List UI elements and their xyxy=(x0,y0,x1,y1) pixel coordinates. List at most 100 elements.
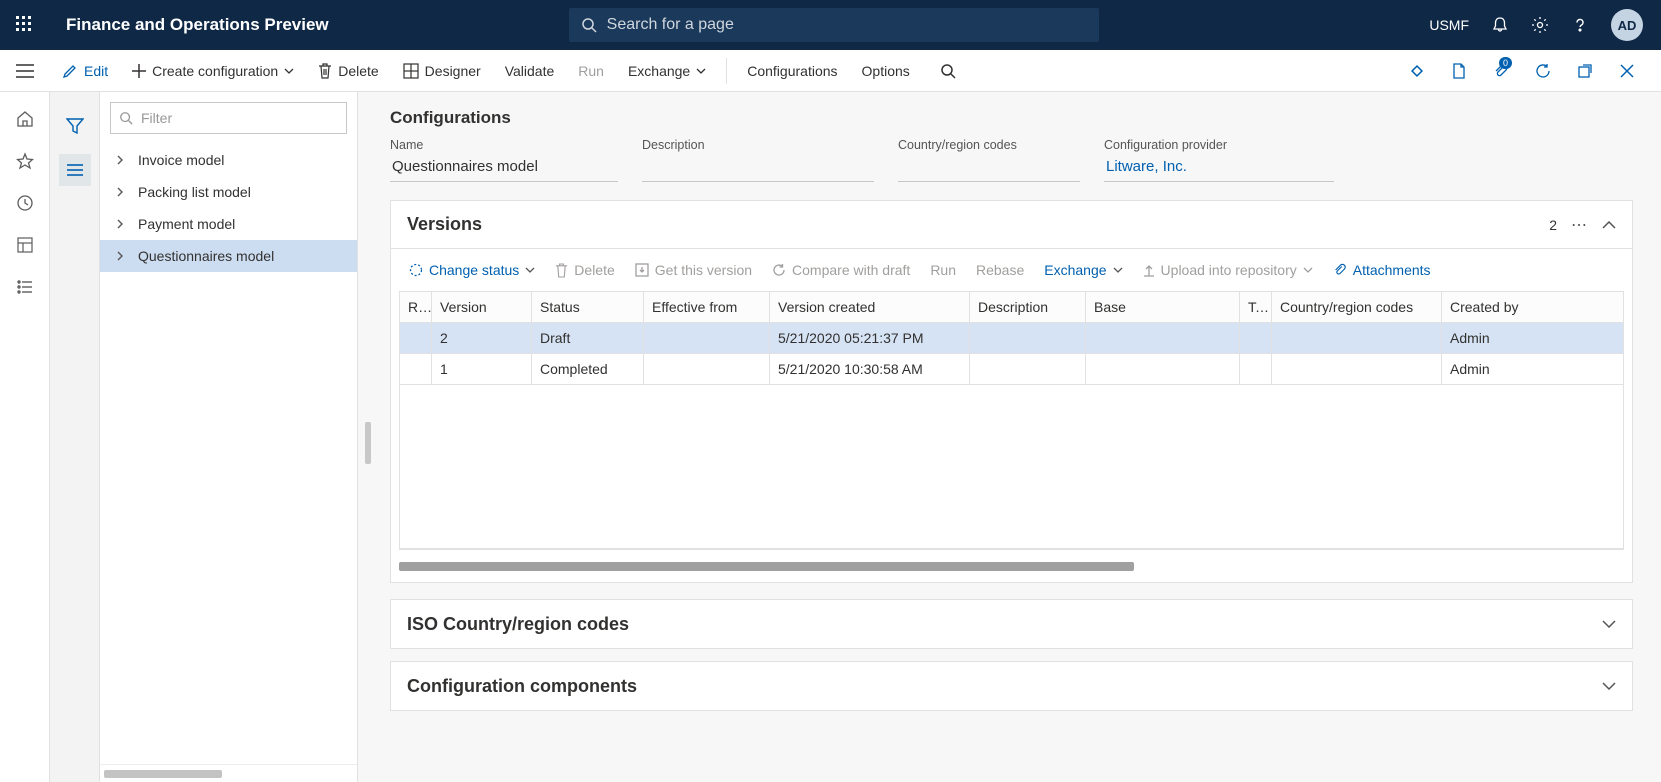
top-nav: Finance and Operations Preview Search fo… xyxy=(0,0,1661,50)
col-base[interactable]: Base xyxy=(1086,292,1240,323)
tree-item-packing-list-model[interactable]: Packing list model xyxy=(100,176,357,208)
action-bar: Edit Create configuration Delete Designe… xyxy=(0,50,1661,92)
validate-button[interactable]: Validate xyxy=(493,50,567,92)
hamburger-button[interactable] xyxy=(0,64,50,78)
versions-card: Versions 2 ⋯ Change status Delete xyxy=(390,200,1633,583)
popout-button[interactable] xyxy=(1569,55,1601,87)
table-row[interactable]: 2 Draft 5/21/2020 05:21:37 PM Admin xyxy=(400,323,1623,354)
star-icon xyxy=(16,152,34,170)
col-created-by[interactable]: Created by xyxy=(1442,292,1623,323)
plus-icon xyxy=(132,64,146,78)
filter-list-button[interactable] xyxy=(59,154,91,186)
chevron-right-icon xyxy=(114,219,126,229)
cell-desc xyxy=(970,323,1086,354)
cell-effective-from[interactable] xyxy=(644,354,770,385)
cell-t xyxy=(1240,323,1272,354)
attachments-button[interactable]: 0 xyxy=(1485,55,1517,87)
compare-button: Compare with draft xyxy=(762,249,920,291)
company-code[interactable]: USMF xyxy=(1429,17,1469,33)
col-effective-from[interactable]: Effective from xyxy=(644,292,770,323)
tree-item-questionnaires-model[interactable]: Questionnaires model xyxy=(100,240,357,272)
document-icon xyxy=(1452,63,1466,79)
field-configuration-provider: Configuration provider Litware, Inc. xyxy=(1104,138,1334,182)
cell-base xyxy=(1086,354,1240,385)
filter-funnel-button[interactable] xyxy=(59,110,91,142)
chevron-down-icon xyxy=(284,68,294,74)
change-status-button[interactable]: Change status xyxy=(399,249,545,291)
field-value[interactable]: Questionnaires model xyxy=(390,154,618,182)
table-row[interactable]: 1 Completed 5/21/2020 10:30:58 AM Admin xyxy=(400,354,1623,385)
global-search[interactable]: Search for a page xyxy=(569,8,1099,42)
help-icon[interactable] xyxy=(1571,16,1589,34)
header-fields: Name Questionnaires model Description Co… xyxy=(390,138,1633,182)
bell-icon[interactable] xyxy=(1491,16,1509,34)
tree-filter-input[interactable]: Filter xyxy=(110,102,347,134)
col-r[interactable]: R... xyxy=(400,292,432,323)
config-tree: Invoice model Packing list model Payment… xyxy=(100,144,357,764)
search-icon xyxy=(581,17,597,33)
options-tab[interactable]: Options xyxy=(850,50,922,92)
search-icon xyxy=(940,63,956,79)
field-description: Description xyxy=(642,138,874,182)
designer-button[interactable]: Designer xyxy=(391,50,493,92)
versions-table: R... Version Status Effective from Versi… xyxy=(399,291,1624,550)
cycle-icon xyxy=(409,263,423,277)
app-launcher[interactable] xyxy=(0,16,50,34)
favorites-nav[interactable] xyxy=(16,152,34,170)
field-value[interactable] xyxy=(642,154,874,182)
table-empty-space xyxy=(400,385,1623,549)
field-value[interactable] xyxy=(898,154,1080,182)
recent-nav[interactable] xyxy=(16,194,34,212)
page-title: Configurations xyxy=(390,108,1633,128)
chevron-down-icon xyxy=(1113,267,1123,273)
configurations-tab[interactable]: Configurations xyxy=(735,50,849,92)
table-header: R... Version Status Effective from Versi… xyxy=(400,292,1623,323)
tree-item-invoice-model[interactable]: Invoice model xyxy=(100,144,357,176)
chevron-right-icon xyxy=(114,251,126,261)
refresh-button[interactable] xyxy=(1527,55,1559,87)
exchange-button[interactable]: Exchange xyxy=(616,50,718,92)
tree-item-label: Questionnaires model xyxy=(138,248,274,264)
cell-effective-from[interactable] xyxy=(644,323,770,354)
version-run-button: Run xyxy=(920,249,966,291)
delete-button[interactable]: Delete xyxy=(306,50,390,92)
app-title: Finance and Operations Preview xyxy=(50,15,329,35)
components-card-header[interactable]: Configuration components xyxy=(391,662,1632,710)
refresh-icon xyxy=(1535,63,1551,79)
col-country-region[interactable]: Country/region codes xyxy=(1272,292,1442,323)
close-button[interactable] xyxy=(1611,55,1643,87)
tree-item-payment-model[interactable]: Payment model xyxy=(100,208,357,240)
version-exchange-button[interactable]: Exchange xyxy=(1034,249,1132,291)
col-status[interactable]: Status xyxy=(532,292,644,323)
col-version[interactable]: Version xyxy=(432,292,532,323)
versions-more-menu[interactable]: ⋯ xyxy=(1571,215,1588,235)
splitter[interactable] xyxy=(358,92,368,782)
col-t[interactable]: T... xyxy=(1240,292,1272,323)
workspaces-nav[interactable] xyxy=(16,236,34,254)
paperclip-icon xyxy=(1333,263,1347,277)
cell-status: Completed xyxy=(532,354,644,385)
col-version-created[interactable]: Version created xyxy=(770,292,970,323)
field-value-link[interactable]: Litware, Inc. xyxy=(1104,154,1334,182)
versions-collapse-toggle[interactable] xyxy=(1602,221,1616,229)
field-name: Name Questionnaires model xyxy=(390,138,618,182)
iso-card-header[interactable]: ISO Country/region codes xyxy=(391,600,1632,648)
gear-icon[interactable] xyxy=(1531,16,1549,34)
open-in-excel-button[interactable] xyxy=(1443,55,1475,87)
home-nav[interactable] xyxy=(16,110,34,128)
edit-button[interactable]: Edit xyxy=(50,50,120,92)
create-configuration-button[interactable]: Create configuration xyxy=(120,50,306,92)
col-description[interactable]: Description xyxy=(970,292,1086,323)
find-button[interactable] xyxy=(932,55,964,87)
tree-hscrollbar[interactable] xyxy=(100,764,357,782)
cell-r xyxy=(400,323,432,354)
iso-expand-toggle[interactable] xyxy=(1602,620,1616,628)
version-attachments-button[interactable]: Attachments xyxy=(1323,249,1441,291)
list-icon xyxy=(16,278,34,296)
user-avatar[interactable]: AD xyxy=(1611,9,1643,41)
table-hscrollbar[interactable] xyxy=(399,558,1624,574)
modules-nav[interactable] xyxy=(16,278,34,296)
personalize-button[interactable] xyxy=(1401,55,1433,87)
components-expand-toggle[interactable] xyxy=(1602,682,1616,690)
cell-status: Draft xyxy=(532,323,644,354)
